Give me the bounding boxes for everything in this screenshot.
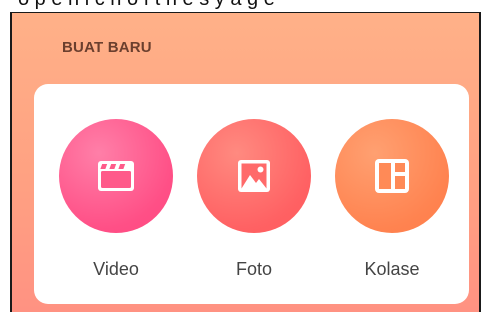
- clapperboard-icon: [96, 159, 136, 193]
- option-label-foto: Foto: [235, 259, 273, 279]
- create-video-button[interactable]: Video: [46, 84, 186, 304]
- collage-layout-icon: [372, 156, 412, 196]
- collage-circle: [335, 119, 449, 233]
- cropped-top-text-strip: o p e n i c n o f t h e s y a g e: [0, 0, 481, 12]
- section-title: BUAT BARU: [62, 39, 152, 56]
- create-collage-button[interactable]: Kolase: [322, 84, 462, 304]
- create-options-card: Video Foto Kolase: [34, 84, 469, 304]
- photo-circle: [197, 119, 311, 233]
- option-label-kolase: Kolase: [364, 259, 420, 279]
- create-new-panel: BUAT BARU Video Foto Kolase: [10, 12, 481, 312]
- option-label-video: Video: [93, 259, 139, 279]
- video-circle: [59, 119, 173, 233]
- cropped-top-text: o p e n i c n o f t h e s y a g e: [18, 0, 275, 11]
- image-icon: [234, 156, 274, 196]
- create-photo-button[interactable]: Foto: [184, 84, 324, 304]
